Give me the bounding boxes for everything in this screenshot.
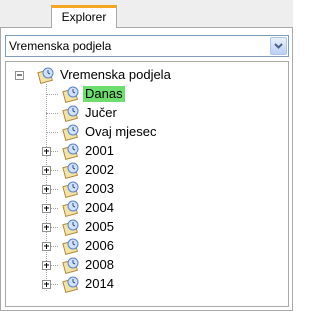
clock-calendar-icon xyxy=(62,104,80,122)
tree-root-label: Vremenska podjela xyxy=(60,67,171,82)
clock-calendar-icon xyxy=(37,66,55,84)
tree-item-label: 2008 xyxy=(85,257,114,272)
clock-calendar-icon xyxy=(62,161,80,179)
tree-item[interactable]: 2005 xyxy=(6,218,286,237)
tree-item-label: 2006 xyxy=(85,238,114,253)
tree-item-label: 2005 xyxy=(85,219,114,234)
clock-calendar-icon xyxy=(62,256,80,274)
tab-strip: Explorer xyxy=(0,0,293,29)
plus-icon[interactable] xyxy=(42,242,51,251)
tab-explorer[interactable]: Explorer xyxy=(51,5,117,29)
tree-item[interactable]: 2003 xyxy=(6,180,286,199)
tree-item-label: 2003 xyxy=(85,181,114,196)
tree-item-label: Ovaj mjesec xyxy=(85,124,157,139)
clock-calendar-icon xyxy=(62,123,80,141)
tree-item-label: Jučer xyxy=(85,105,117,120)
clock-calendar-icon xyxy=(62,180,80,198)
tree-item-label: 2014 xyxy=(85,276,114,291)
plus-icon[interactable] xyxy=(42,185,51,194)
tree-line xyxy=(46,113,58,114)
clock-calendar-icon xyxy=(62,218,80,236)
plus-icon[interactable] xyxy=(42,280,51,289)
tree-item-label: 2001 xyxy=(85,143,114,158)
clock-calendar-icon xyxy=(62,85,80,103)
tree-item[interactable]: 2014 xyxy=(6,275,286,294)
clock-calendar-icon xyxy=(62,142,80,160)
clock-calendar-icon xyxy=(62,237,80,255)
tree-line xyxy=(46,132,58,133)
tree-item-label: Danas xyxy=(83,86,125,102)
tree-line xyxy=(46,94,58,95)
plus-icon[interactable] xyxy=(42,147,51,156)
time-tree: Vremenska podjela Danas Jučer Ovaj mjesec 2… xyxy=(5,61,289,307)
plus-icon[interactable] xyxy=(42,166,51,175)
minus-icon[interactable] xyxy=(15,71,24,80)
view-select-value: Vremenska podjela xyxy=(9,39,112,53)
tree-item[interactable]: Jučer xyxy=(6,104,286,123)
plus-icon[interactable] xyxy=(42,204,51,213)
tree-item[interactable]: Ovaj mjesec xyxy=(6,123,286,142)
tree-item[interactable]: 2002 xyxy=(6,161,286,180)
tree-item-label: 2002 xyxy=(85,162,114,177)
tree-root[interactable]: Vremenska podjela xyxy=(6,66,286,85)
chevron-down-icon[interactable] xyxy=(270,37,287,55)
tree-item-label: 2004 xyxy=(85,200,114,215)
tree-item[interactable]: Danas xyxy=(6,85,286,104)
tree-item[interactable]: 2001 xyxy=(6,142,286,161)
clock-calendar-icon xyxy=(62,275,80,293)
clock-calendar-icon xyxy=(62,199,80,217)
tree-item[interactable]: 2004 xyxy=(6,199,286,218)
explorer-panel: Vremenska podjela Vremenska podjela Dana… xyxy=(0,28,293,311)
view-select[interactable]: Vremenska podjela xyxy=(5,35,289,57)
plus-icon[interactable] xyxy=(42,261,51,270)
plus-icon[interactable] xyxy=(42,223,51,232)
tree-item[interactable]: 2008 xyxy=(6,256,286,275)
tree-item[interactable]: 2006 xyxy=(6,237,286,256)
